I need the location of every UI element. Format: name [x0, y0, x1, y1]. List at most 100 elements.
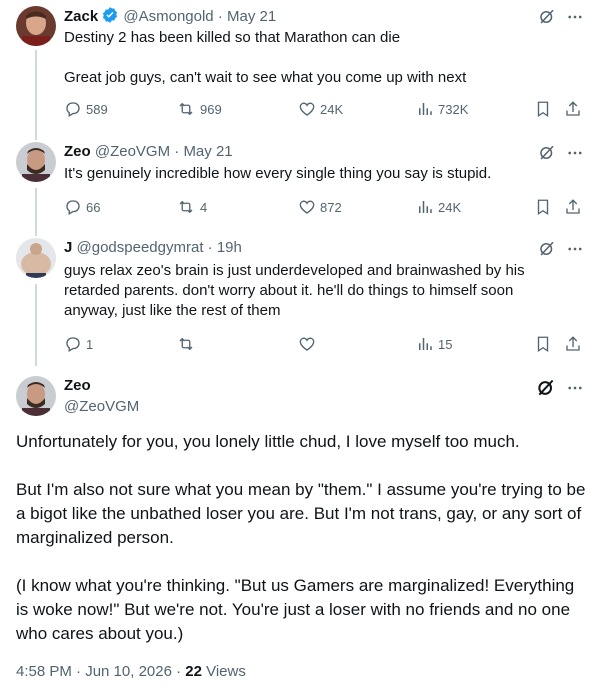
- tweet-line: Destiny 2 has been killed so that Marath…: [64, 29, 401, 46]
- tweet-date[interactable]: 19h: [217, 239, 242, 256]
- reply-icon: [66, 102, 80, 117]
- repost-icon: [179, 102, 193, 116]
- tweet-text: guys relax zeo's brain is just underdeve…: [64, 261, 544, 321]
- like-count: 872: [320, 199, 342, 215]
- repost-count: 4: [200, 199, 208, 215]
- verified-badge-icon: [101, 6, 119, 30]
- grok-icon[interactable]: [536, 378, 556, 398]
- like-count: 24K: [320, 101, 344, 117]
- tweet-timestamp[interactable]: 4:58 PM · Jun 10, 2026 ·: [16, 663, 185, 680]
- views-button[interactable]: 732K: [416, 100, 468, 118]
- like-icon: [299, 200, 315, 214]
- repost-button[interactable]: 969: [176, 100, 222, 118]
- author-name[interactable]: Zeo: [64, 143, 91, 160]
- repost-icon: [179, 337, 193, 351]
- tweet-actions: 66 4 872 24K: [64, 198, 584, 218]
- grok-icon[interactable]: [538, 240, 556, 258]
- like-button[interactable]: [298, 335, 320, 353]
- share-icon: [566, 101, 580, 116]
- repost-icon: [179, 200, 193, 214]
- views-count: 24K: [438, 199, 462, 215]
- tweet-header: Zeo @ZeoVGM · May 21: [64, 142, 233, 162]
- separator: ·: [174, 143, 180, 160]
- views-count: 732K: [438, 101, 469, 117]
- bookmark-icon: [537, 101, 549, 118]
- views-label: Views: [201, 663, 246, 680]
- avatar[interactable]: [16, 6, 56, 46]
- share-button[interactable]: [564, 198, 582, 216]
- thread-line: [35, 188, 37, 236]
- tweet-top-actions: [538, 144, 584, 162]
- tweet-paragraph: (I know what you're thinking. "But us Ga…: [16, 576, 575, 643]
- thread-line: [35, 284, 37, 366]
- avatar[interactable]: [16, 142, 56, 182]
- share-button[interactable]: [564, 100, 582, 118]
- views-icon: [419, 103, 432, 115]
- separator: ·: [207, 239, 213, 256]
- repost-button[interactable]: [176, 335, 200, 353]
- like-button[interactable]: 24K: [298, 100, 343, 118]
- tweet-text: Destiny 2 has been killed so that Marath…: [64, 28, 584, 88]
- like-icon: [299, 337, 315, 351]
- more-icon[interactable]: [566, 8, 584, 26]
- views-button[interactable]: 24K: [416, 198, 461, 216]
- tweet-header: Zack @Asmongold · May 21: [64, 6, 276, 30]
- grok-icon[interactable]: [538, 144, 556, 162]
- reply-button[interactable]: 66: [64, 198, 100, 216]
- tweet-line: It's genuinely incredible how every sing…: [64, 165, 492, 182]
- repost-count: 969: [200, 101, 222, 117]
- views-button[interactable]: 15: [416, 335, 452, 353]
- bookmark-button[interactable]: [534, 198, 552, 216]
- views-icon: [419, 338, 432, 350]
- author-name[interactable]: Zack: [64, 8, 98, 25]
- reply-button[interactable]: 1: [64, 335, 93, 353]
- author-name[interactable]: Zeo: [64, 376, 91, 396]
- author-handle[interactable]: @Asmongold: [123, 8, 213, 25]
- reply-icon: [66, 200, 80, 215]
- views-count: 22: [185, 663, 202, 680]
- author-handle[interactable]: @ZeoVGM: [95, 143, 170, 160]
- share-button[interactable]: [564, 335, 582, 353]
- tweet-paragraph: Unfortunately for you, you lonely little…: [16, 432, 520, 451]
- share-icon: [566, 336, 580, 351]
- tweet-date[interactable]: May 21: [227, 8, 276, 25]
- tweet-line: Great job guys, can't wait to see what y…: [64, 69, 467, 86]
- author-handle[interactable]: @godspeedgymrat: [77, 239, 204, 256]
- avatar[interactable]: [16, 376, 56, 416]
- tweet-top-actions: [538, 8, 584, 26]
- views-count: 15: [438, 336, 453, 352]
- views-icon: [419, 201, 432, 213]
- reply-count: 1: [86, 336, 94, 352]
- tweet-header: J @godspeedgymrat · 19h: [64, 238, 242, 258]
- bookmark-icon: [537, 199, 549, 216]
- tweet-top-actions: [536, 378, 584, 398]
- tweet-actions: 1 15: [64, 335, 584, 355]
- more-icon[interactable]: [566, 144, 584, 162]
- reply-icon: [66, 337, 80, 352]
- like-button[interactable]: 872: [298, 198, 342, 216]
- tweet-actions: 589 969 24K 732K: [64, 100, 584, 120]
- thread-line: [35, 50, 37, 140]
- more-icon[interactable]: [566, 240, 584, 258]
- bookmark-button[interactable]: [534, 335, 552, 353]
- separator: ·: [217, 8, 223, 25]
- tweet-meta: 4:58 PM · Jun 10, 2026 · 22 Views: [16, 662, 246, 682]
- main-tweet-text: Unfortunately for you, you lonely little…: [16, 430, 586, 670]
- tweet-line: guys relax zeo's brain is just underdeve…: [64, 262, 525, 319]
- share-icon: [566, 199, 580, 214]
- avatar[interactable]: [16, 238, 56, 278]
- tweet-text: It's genuinely incredible how every sing…: [64, 164, 584, 184]
- bookmark-icon: [537, 336, 549, 353]
- grok-icon[interactable]: [538, 8, 556, 26]
- repost-button[interactable]: 4: [176, 198, 207, 216]
- like-icon: [299, 102, 315, 116]
- bookmark-button[interactable]: [534, 100, 552, 118]
- reply-count: 66: [86, 199, 101, 215]
- author-handle[interactable]: @ZeoVGM: [64, 397, 139, 417]
- tweet-date[interactable]: May 21: [183, 143, 232, 160]
- more-icon[interactable]: [566, 379, 584, 397]
- reply-button[interactable]: 589: [64, 100, 108, 118]
- tweet-paragraph: But I'm also not sure what you mean by "…: [16, 480, 586, 547]
- author-name[interactable]: J: [64, 239, 72, 256]
- tweet-top-actions: [538, 240, 584, 258]
